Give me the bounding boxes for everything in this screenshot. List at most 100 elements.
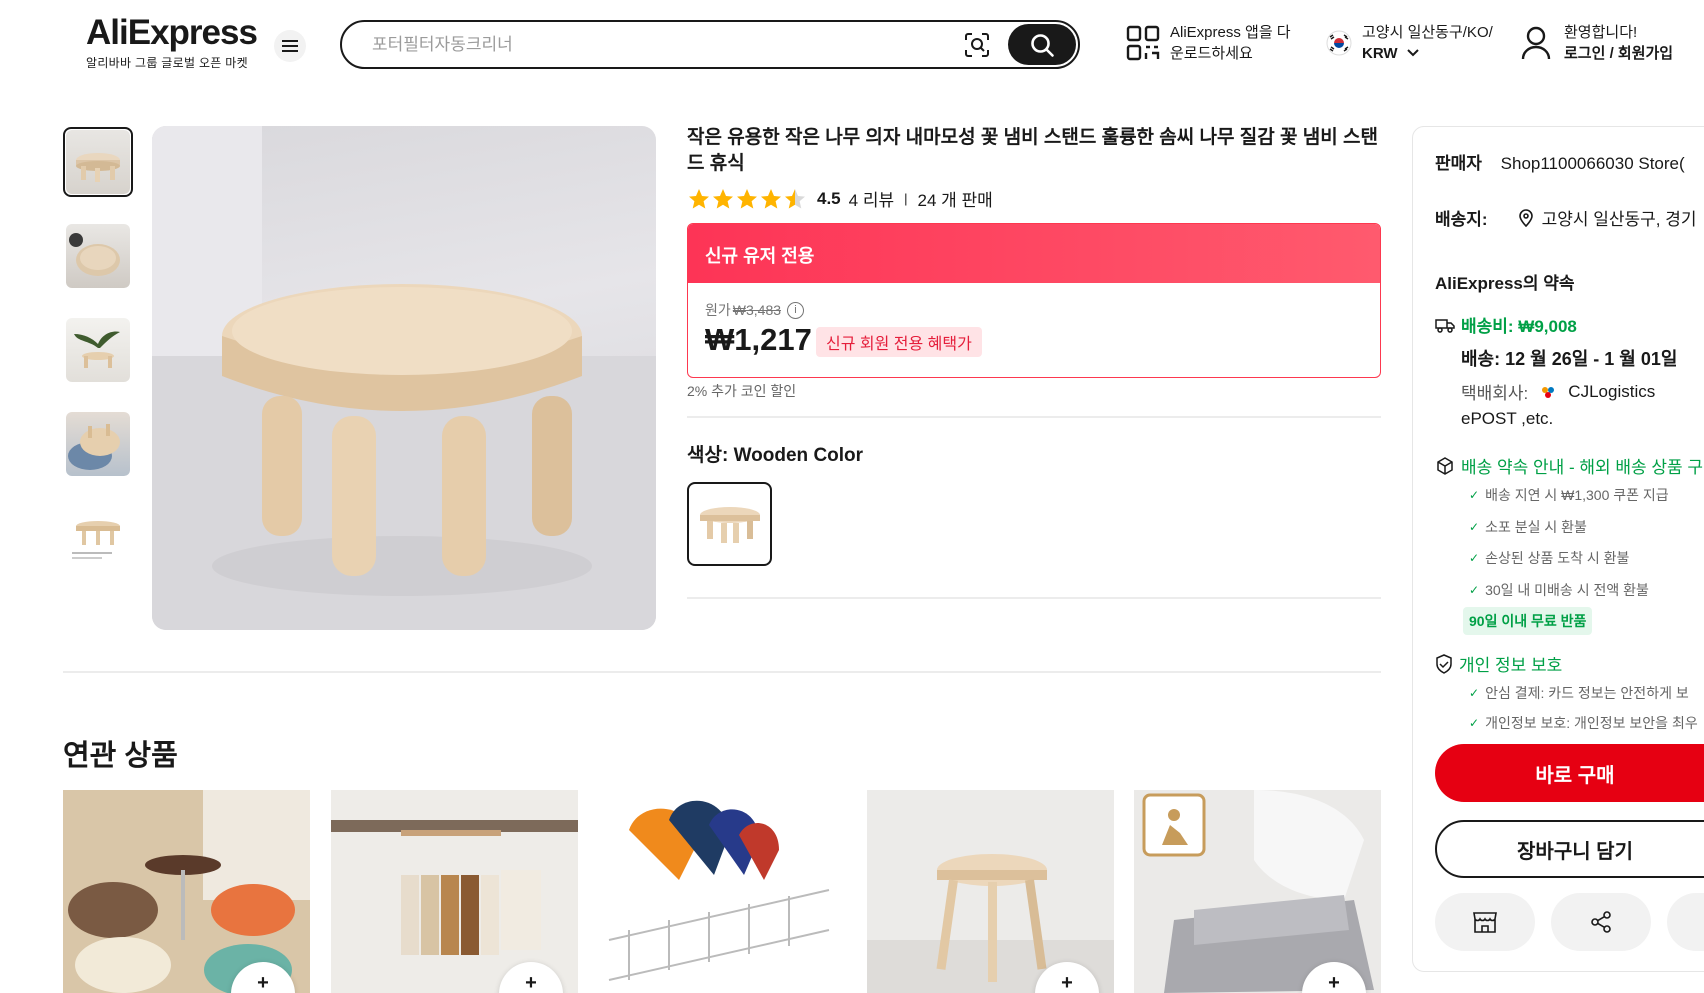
guarantee-item: ✓ 소포 분실 시 환불 — [1469, 519, 1587, 535]
star-icon — [713, 188, 733, 208]
courier-more: ePOST ,etc. — [1461, 409, 1554, 428]
related-product-card[interactable]: + — [331, 790, 578, 993]
currency-text: KRW — [1362, 45, 1398, 62]
sold-count: 24 개 판매 — [917, 191, 993, 210]
user-icon — [1521, 26, 1551, 60]
menu-button[interactable] — [274, 30, 306, 62]
ship-to-value: 고양시 일산동구, 경기 — [1541, 210, 1697, 229]
original-price-label: 원가 — [705, 302, 731, 318]
related-product-card[interactable]: + — [1134, 790, 1381, 993]
separator: | — [904, 191, 908, 206]
courier-name: CJLogistics — [1568, 381, 1656, 401]
price-box: 신규 유저 전용 원가 ₩3,483 i ₩1,217 신규 회원 전용 혜택가 — [687, 223, 1381, 378]
divider — [687, 597, 1381, 599]
app-download-line2: 운로드하세요 — [1170, 45, 1253, 62]
share-button[interactable] — [1551, 893, 1651, 951]
divider — [63, 671, 1381, 673]
related-product-card[interactable] — [599, 790, 846, 993]
rating-score: 4.5 — [817, 188, 841, 208]
delivery-guarantee-title: 배송 약속 안내 - 해외 배송 상품 구 — [1461, 458, 1704, 477]
check-icon: ✓ — [1469, 583, 1480, 597]
search-input[interactable] — [372, 34, 952, 56]
app-download-line1: AliExpress 앱을 다 — [1170, 24, 1291, 41]
product-title: 작은 유용한 작은 나무 의자 내마모성 꽃 냄비 스탠드 훌륭한 솜씨 나무 … — [687, 127, 1378, 174]
thumbnail-4[interactable] — [63, 409, 133, 479]
buy-now-button[interactable]: 바로 구매 — [1435, 744, 1704, 802]
hamburger-icon — [282, 40, 298, 52]
price-tag: 신규 회원 전용 혜택가 — [816, 327, 982, 357]
qr-code-icon — [1126, 25, 1160, 61]
ship-to-row[interactable]: 배송지: 고양시 일산동구, 경기 — [1435, 205, 1697, 230]
store-button[interactable] — [1435, 893, 1535, 951]
korea-flag-icon — [1326, 30, 1352, 56]
related-products-title: 연관 상품 — [63, 740, 178, 772]
divider — [687, 416, 1381, 418]
add-to-cart-button[interactable]: 장바구니 담기 — [1435, 820, 1704, 878]
seller-row[interactable]: 판매자 Shop1100066030 Store( — [1435, 149, 1685, 174]
wishlist-button[interactable] — [1667, 893, 1704, 951]
star-icon — [761, 188, 781, 208]
login-link[interactable]: 로그인 / 회원가입 — [1564, 45, 1673, 62]
star-icon — [689, 188, 709, 208]
review-count[interactable]: 4 리뷰 — [849, 186, 894, 211]
check-icon: ✓ — [1469, 520, 1480, 534]
privacy-item: ✓ 개인정보 보호: 개인정보 보안을 최우 — [1469, 715, 1698, 731]
delivery-date: 배송: 12 월 26일 - 1 월 01일 — [1461, 349, 1678, 369]
related-product-card[interactable]: + — [867, 790, 1114, 993]
chevron-down-icon — [1407, 49, 1419, 57]
box-icon — [1437, 456, 1453, 475]
thumbnail-3[interactable] — [63, 315, 133, 385]
seller-label: 판매자 — [1435, 154, 1482, 173]
delivery-guarantee-row[interactable]: 배송 약속 안내 - 해외 배송 상품 구 — [1435, 453, 1703, 478]
guarantee-item: ✓ 배송 지연 시 ₩1,300 쿠폰 지급 — [1469, 487, 1669, 503]
store-icon — [1473, 912, 1497, 933]
thumbnail-5[interactable] — [63, 503, 133, 573]
star-rating — [687, 187, 807, 211]
check-icon: ✓ — [1469, 686, 1480, 700]
main-product-image[interactable] — [152, 126, 656, 630]
check-icon: ✓ — [1469, 488, 1480, 502]
privacy-title: 개인 정보 보호 — [1459, 656, 1563, 675]
new-user-banner: 신규 유저 전용 — [688, 224, 1380, 283]
courier-label: 택배회사: — [1461, 384, 1529, 403]
info-icon[interactable]: i — [787, 301, 805, 319]
original-price-value: ₩3,483 — [732, 302, 782, 318]
courier-logo-icon — [1542, 386, 1555, 398]
location-pin-icon — [1518, 208, 1533, 227]
region-selector[interactable]: 고양시 일산동구/KO/ KRW — [1326, 22, 1493, 64]
logo-text: AliExpress — [86, 13, 258, 52]
guarantee-item: ✓ 손상된 상품 도착 시 환불 — [1469, 550, 1630, 566]
shield-icon — [1436, 653, 1452, 674]
image-search-icon[interactable] — [962, 30, 992, 60]
search-button[interactable] — [1008, 24, 1076, 65]
app-download[interactable]: AliExpress 앱을 다 운로드하세요 — [1126, 22, 1291, 64]
promise-title: AliExpress의 약속 — [1435, 274, 1575, 293]
thumbnail-1[interactable] — [63, 127, 133, 197]
welcome-text: 환영합니다! — [1564, 24, 1638, 41]
related-product-card[interactable]: + — [63, 790, 310, 993]
star-icon — [737, 188, 757, 208]
color-label-value: Wooden Color — [733, 445, 864, 466]
aliexpress-logo[interactable]: AliExpress 알리바바 그룹 글로벌 오픈 마켓 — [86, 13, 258, 71]
color-label-key: 색상: — [687, 445, 729, 466]
privacy-row[interactable]: 개인 정보 보호 — [1435, 651, 1562, 676]
color-swatch-wooden[interactable] — [687, 482, 772, 566]
current-price: ₩1,217 — [705, 322, 812, 357]
share-icon — [1591, 911, 1611, 933]
free-return-badge: 90일 이내 무료 반품 — [1463, 607, 1593, 635]
rating-row[interactable]: 4.5 4 리뷰 | 24 개 판매 — [687, 186, 993, 211]
search-icon — [1031, 33, 1054, 57]
shipping-fee-row: 배송비: ₩9,008 — [1435, 312, 1577, 337]
check-icon: ✓ — [1469, 716, 1480, 730]
header: AliExpress 알리바바 그룹 글로벌 오픈 마켓 AliExpress … — [0, 0, 1704, 95]
logo-subtitle: 알리바바 그룹 글로벌 오픈 마켓 — [86, 56, 248, 70]
truck-icon — [1435, 318, 1455, 333]
thumbnail-list — [63, 127, 135, 631]
seller-name[interactable]: Shop1100066030 Store( — [1501, 154, 1685, 173]
thumbnail-6[interactable] — [63, 597, 133, 631]
account-menu[interactable]: 환영합니다! 로그인 / 회원가입 — [1520, 22, 1673, 64]
privacy-item: ✓ 안심 결제: 카드 정보는 안전하게 보 — [1469, 685, 1689, 701]
original-price: 원가 ₩3,483 i — [705, 300, 805, 320]
thumbnail-2[interactable] — [63, 221, 133, 291]
search-bar — [340, 20, 1080, 69]
